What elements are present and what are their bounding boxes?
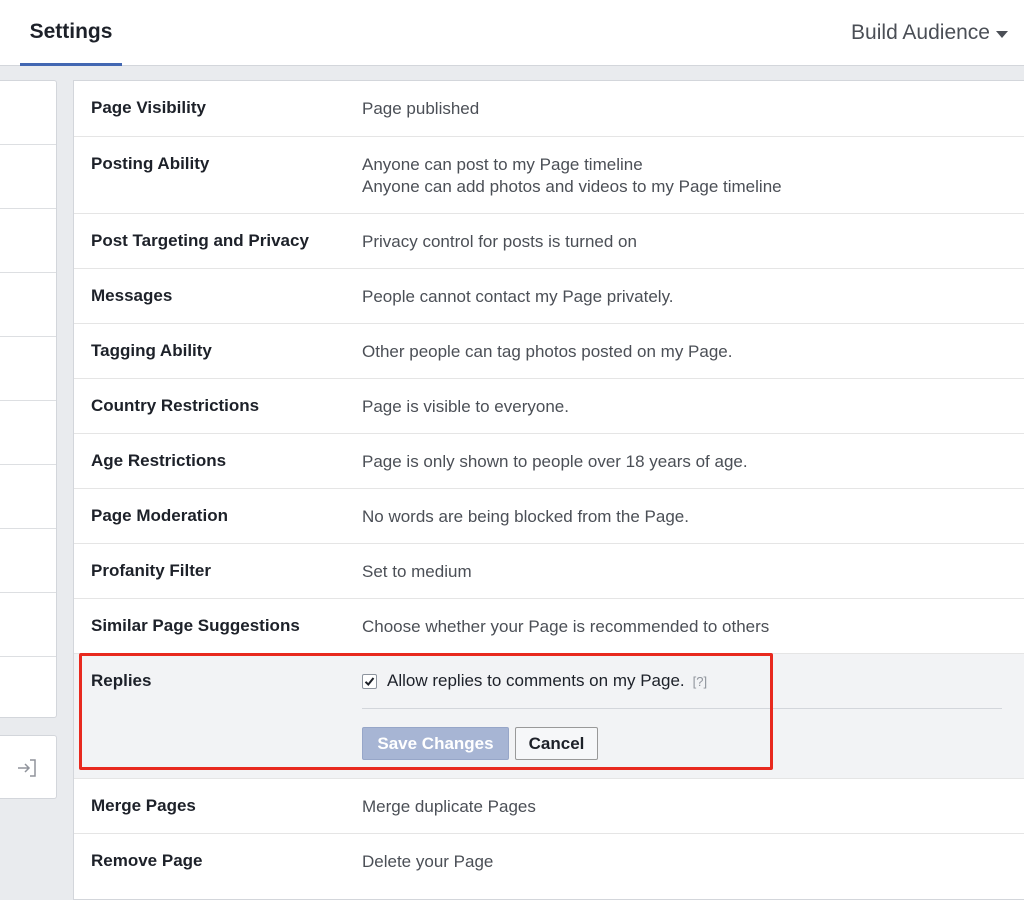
- help-link[interactable]: [?]: [693, 674, 707, 689]
- top-bar: Settings Build Audience: [0, 0, 1024, 66]
- build-audience-label: Build Audience: [851, 21, 990, 44]
- sidebar-item[interactable]: [0, 657, 56, 721]
- build-audience-dropdown[interactable]: Build Audience: [851, 0, 1008, 66]
- sidebar-item[interactable]: [0, 401, 56, 465]
- sidebar-item[interactable]: [0, 273, 56, 337]
- checkmark-icon: [364, 676, 375, 686]
- settings-row-replies: Replies Allow replies to comments on my …: [74, 653, 1024, 778]
- allow-replies-label[interactable]: Allow replies to comments on my Page.: [387, 671, 685, 691]
- sidebar-item[interactable]: [0, 337, 56, 401]
- row-label: Messages: [91, 286, 173, 305]
- row-value: Privacy control for posts is turned on: [362, 232, 637, 251]
- row-label: Profanity Filter: [91, 561, 211, 580]
- row-label: Posting Ability: [91, 154, 210, 173]
- sidebar-item[interactable]: [0, 593, 56, 657]
- row-value: No words are being blocked from the Page…: [362, 507, 689, 526]
- allow-replies-checkbox[interactable]: [362, 673, 377, 689]
- row-label: Page Moderation: [91, 506, 228, 525]
- row-value: Choose whether your Page is recommended …: [362, 617, 770, 636]
- row-label: Similar Page Suggestions: [91, 616, 300, 635]
- cancel-button[interactable]: Cancel: [515, 727, 598, 760]
- tab-settings[interactable]: Settings: [20, 0, 122, 66]
- sidebar-item[interactable]: [0, 145, 56, 209]
- row-value: Merge duplicate Pages: [362, 797, 536, 816]
- row-label: Country Restrictions: [91, 396, 260, 415]
- row-value: Page is only shown to people over 18 yea…: [362, 452, 748, 471]
- row-value: Set to medium: [362, 562, 472, 581]
- save-changes-button[interactable]: Save Changes: [362, 727, 509, 760]
- row-value: Page published: [362, 99, 480, 118]
- settings-row-country-restrictions[interactable]: Country Restrictions Page is visible to …: [74, 378, 1024, 433]
- row-value: Delete your Page: [362, 852, 494, 871]
- settings-row-tagging-ability[interactable]: Tagging Ability Other people can tag pho…: [74, 323, 1024, 378]
- caret-down-icon: [996, 31, 1008, 38]
- settings-row-profanity-filter[interactable]: Profanity Filter Set to medium: [74, 543, 1024, 598]
- left-sidebar: [0, 80, 57, 718]
- sidebar-exit-button[interactable]: [0, 735, 57, 799]
- row-value: Page is visible to everyone.: [362, 397, 569, 416]
- settings-row-similar-page-suggestions[interactable]: Similar Page Suggestions Choose whether …: [74, 598, 1024, 653]
- settings-row-posting-ability[interactable]: Posting Ability Anyone can post to my Pa…: [74, 136, 1024, 213]
- divider: [362, 708, 1002, 709]
- row-value: Other people can tag photos posted on my…: [362, 342, 733, 361]
- settings-panel: Page Visibility Page published Posting A…: [73, 80, 1024, 900]
- sidebar-item[interactable]: [0, 529, 56, 593]
- settings-row-page-visibility[interactable]: Page Visibility Page published: [74, 81, 1024, 136]
- sidebar-item[interactable]: [0, 209, 56, 273]
- row-label: Age Restrictions: [91, 451, 227, 470]
- row-label: Remove Page: [91, 851, 203, 870]
- settings-row-page-moderation[interactable]: Page Moderation No words are being block…: [74, 488, 1024, 543]
- exit-arrow-icon: [18, 759, 36, 777]
- row-label: Page Visibility: [91, 98, 206, 117]
- settings-row-age-restrictions[interactable]: Age Restrictions Page is only shown to p…: [74, 433, 1024, 488]
- row-label: Post Targeting and Privacy: [91, 231, 309, 250]
- sidebar-item[interactable]: [0, 465, 56, 529]
- row-value-line: Anyone can add photos and videos to my P…: [362, 177, 782, 196]
- row-label: Replies: [91, 671, 152, 690]
- row-value: People cannot contact my Page privately.: [362, 287, 674, 306]
- sidebar-item[interactable]: [0, 81, 56, 145]
- settings-row-merge-pages[interactable]: Merge Pages Merge duplicate Pages: [74, 778, 1024, 833]
- row-label: Tagging Ability: [91, 341, 212, 360]
- settings-row-messages[interactable]: Messages People cannot contact my Page p…: [74, 268, 1024, 323]
- tab-settings-label: Settings: [29, 19, 113, 43]
- row-value-line: Anyone can post to my Page timeline: [362, 155, 643, 174]
- row-label: Merge Pages: [91, 796, 196, 815]
- replies-checkbox-row: Allow replies to comments on my Page. [?…: [362, 671, 707, 691]
- settings-row-post-targeting[interactable]: Post Targeting and Privacy Privacy contr…: [74, 213, 1024, 268]
- row-value: Anyone can post to my Page timeline Anyo…: [362, 154, 782, 198]
